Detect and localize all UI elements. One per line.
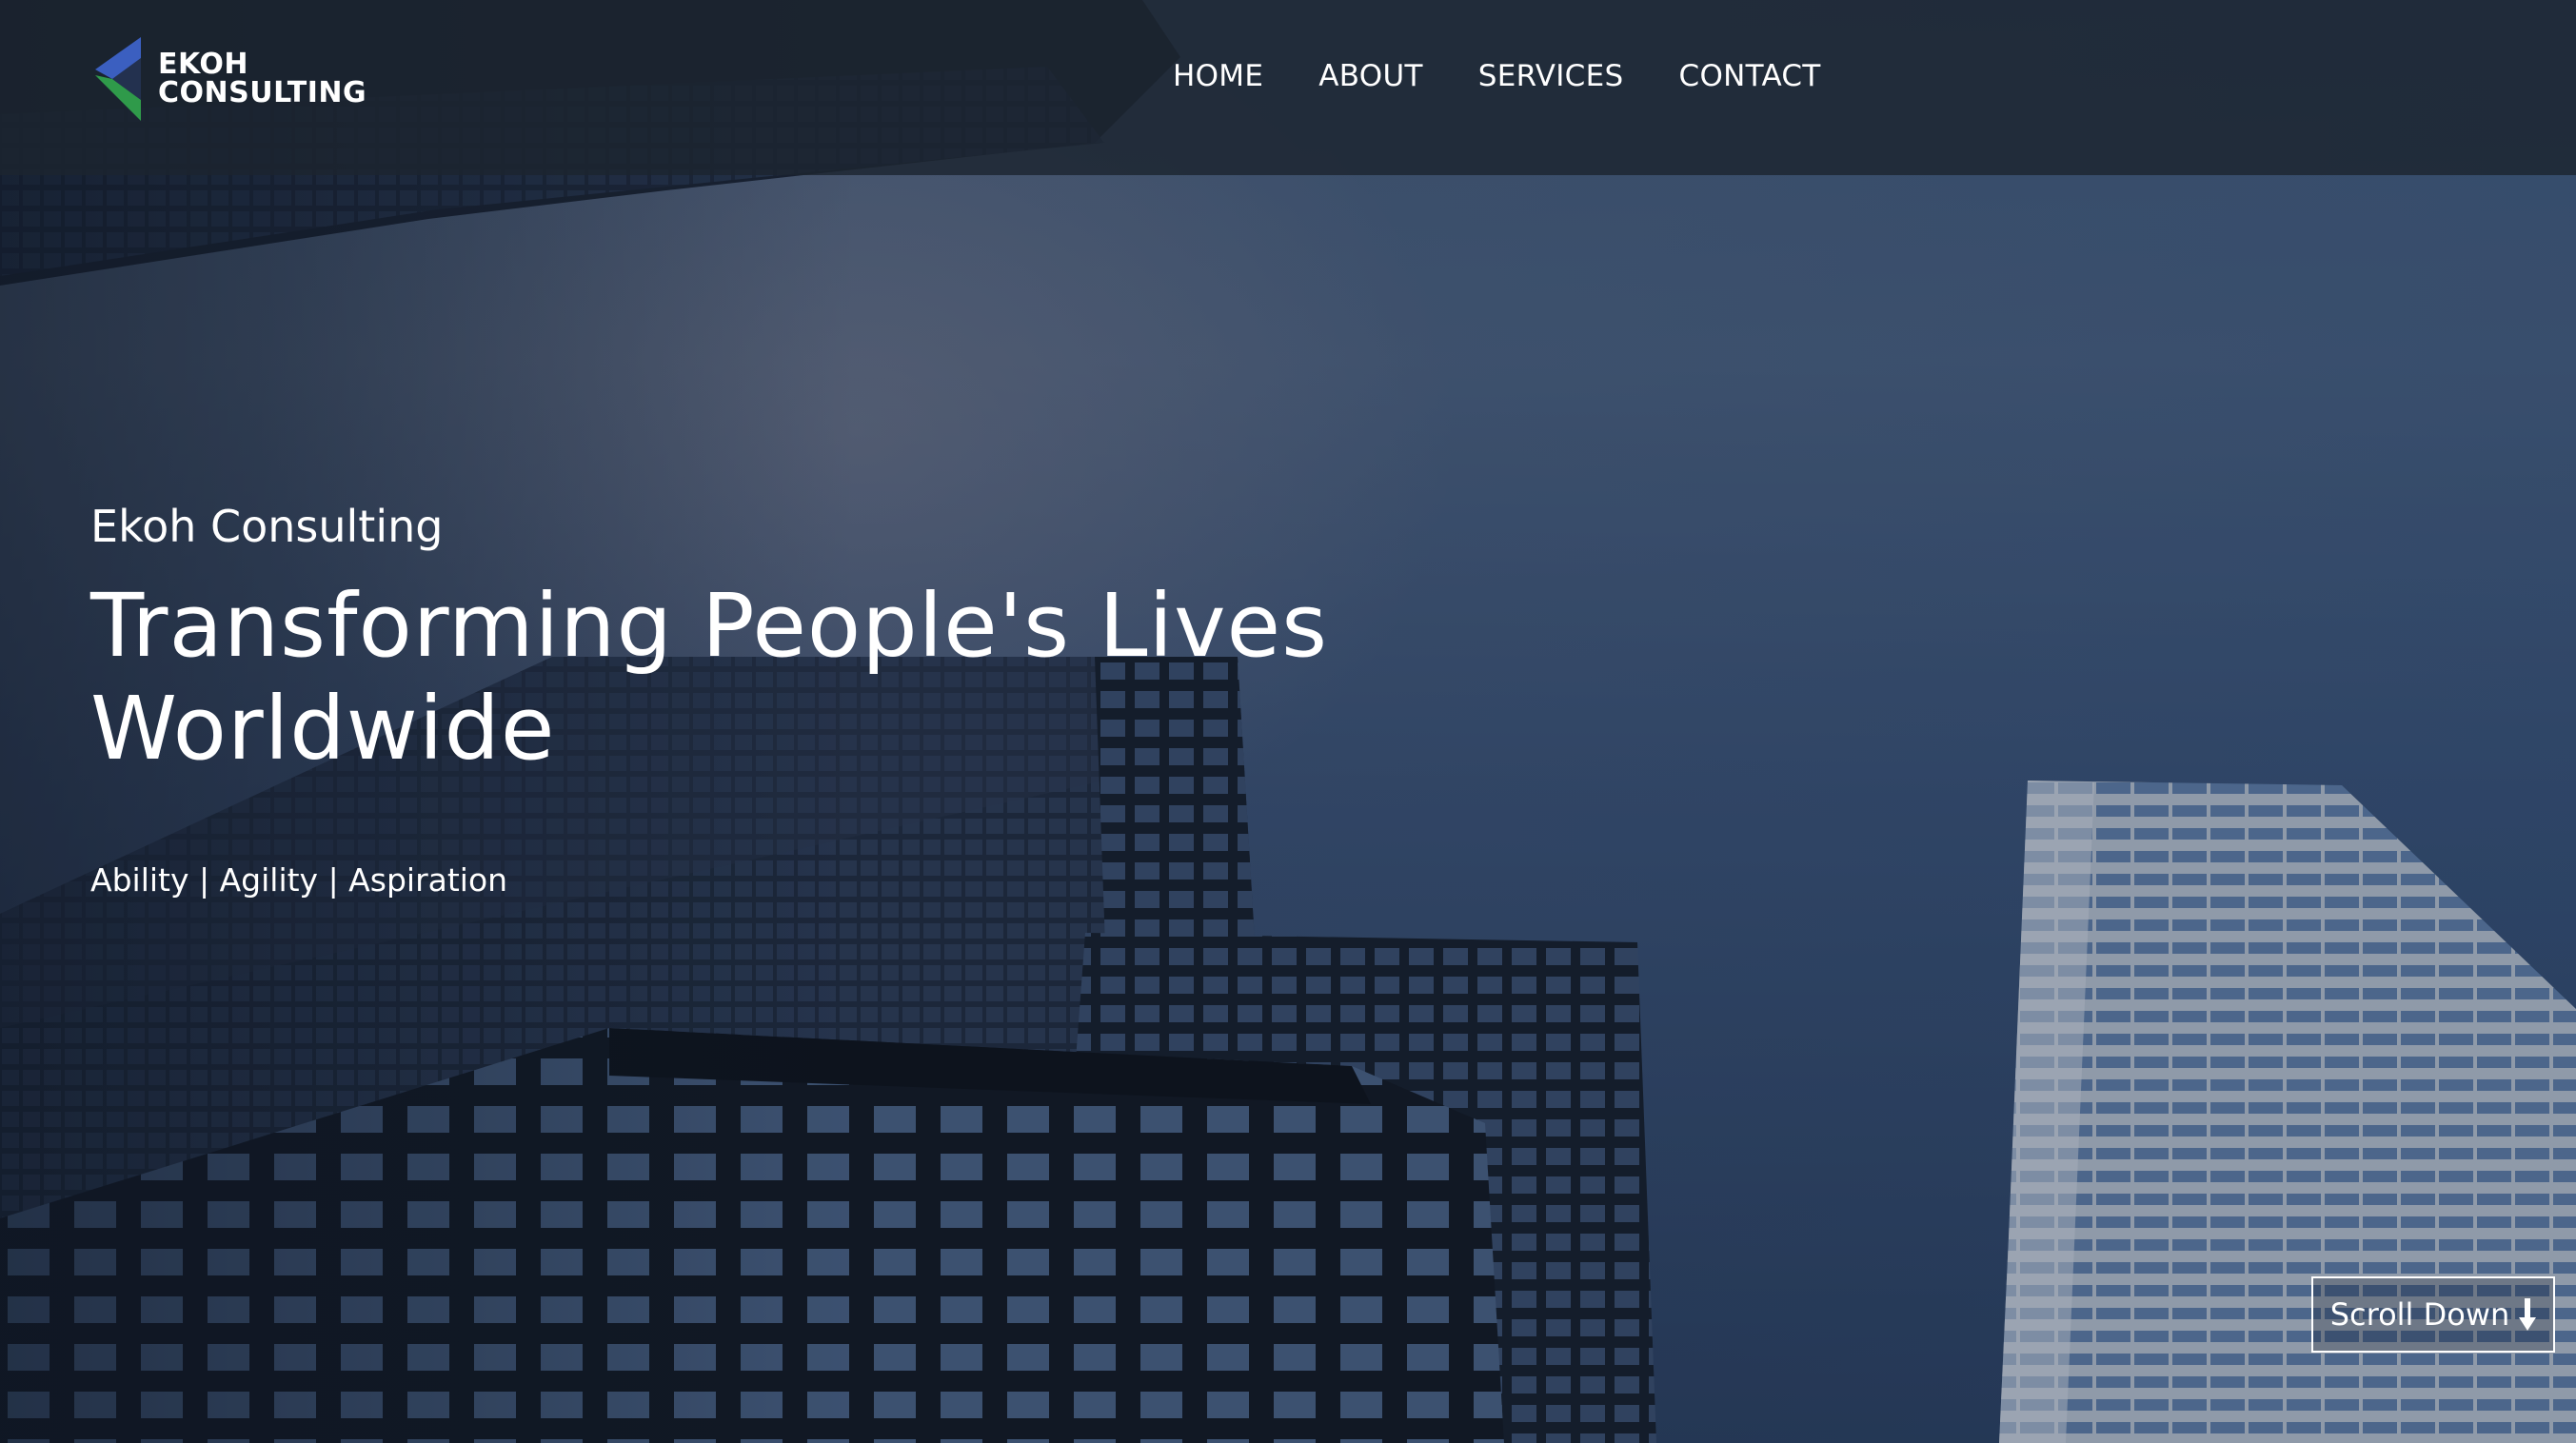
logo-line-1: EKOH xyxy=(158,48,249,81)
nav-home-link[interactable]: HOME xyxy=(1173,59,1263,93)
logo-mark-icon xyxy=(95,37,141,121)
hero-title: Transforming People's Lives Worldwide xyxy=(90,575,1518,781)
scroll-down-label: Scroll Down xyxy=(2329,1296,2510,1333)
scroll-down-button[interactable]: Scroll Down xyxy=(2311,1276,2555,1353)
main-nav: HOME ABOUT SERVICES CONTACT xyxy=(1173,59,1876,93)
hero-kicker: Ekoh Consulting xyxy=(90,501,444,552)
nav-about-link[interactable]: ABOUT xyxy=(1318,59,1422,93)
hero-page: EKOH CONSULTING HOME ABOUT SERVICES CONT… xyxy=(0,0,2576,1443)
logo-text: EKOH CONSULTING xyxy=(158,50,367,108)
site-header: EKOH CONSULTING HOME ABOUT SERVICES CONT… xyxy=(0,0,2576,175)
arrow-down-icon xyxy=(2519,1298,2537,1331)
hero-tagline: Ability | Agility | Aspiration xyxy=(90,861,508,899)
hero-title-line-2: Worldwide xyxy=(90,678,556,780)
nav-contact-link[interactable]: CONTACT xyxy=(1679,59,1821,93)
hero-title-line-1: Transforming People's Lives xyxy=(90,575,1329,677)
logo-line-2: CONSULTING xyxy=(158,76,367,109)
logo[interactable]: EKOH CONSULTING xyxy=(95,36,367,122)
nav-services-link[interactable]: SERVICES xyxy=(1478,59,1624,93)
